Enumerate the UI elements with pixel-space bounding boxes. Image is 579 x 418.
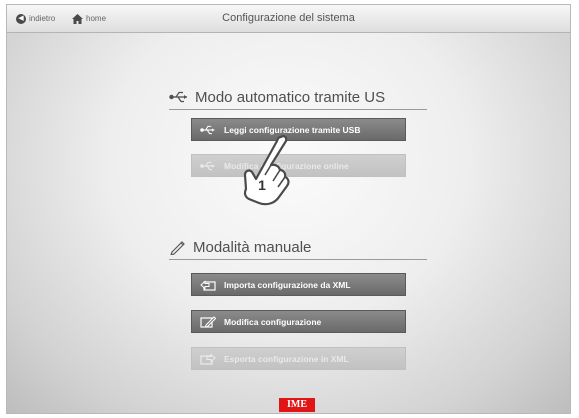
usb-icon bbox=[169, 91, 187, 103]
import-config-xml-label: Importa configurazione da XML bbox=[224, 279, 351, 290]
import-icon bbox=[200, 279, 216, 291]
app-window: ◀ indietro home Configurazione del siste… bbox=[6, 4, 571, 414]
manual-section: Modalità manuale bbox=[169, 237, 427, 260]
edit-config-button[interactable]: Modifica configurazione bbox=[191, 310, 406, 333]
manual-section-divider bbox=[169, 259, 427, 260]
read-config-usb-button[interactable]: Leggi configurazione tramite USB bbox=[191, 118, 406, 141]
auto-section-header: Modo automatico tramite US bbox=[169, 87, 427, 107]
ime-logo: IME bbox=[279, 398, 315, 412]
export-config-xml-button[interactable]: Esporta configurazione in XML bbox=[191, 347, 406, 370]
edit-config-online-button[interactable]: Modifica configurazione online bbox=[191, 154, 406, 177]
auto-section-divider bbox=[169, 109, 427, 110]
read-config-usb-label: Leggi configurazione tramite USB bbox=[224, 124, 361, 135]
top-bar: ◀ indietro home Configurazione del siste… bbox=[7, 5, 570, 33]
callout-step-number: 1 bbox=[258, 177, 266, 193]
page-title: Configurazione del sistema bbox=[222, 12, 355, 24]
edit-icon bbox=[200, 315, 216, 328]
edit-config-online-label: Modifica configurazione online bbox=[224, 160, 349, 171]
auto-section: Modo automatico tramite US bbox=[169, 87, 427, 110]
export-icon bbox=[200, 352, 216, 365]
import-config-xml-button[interactable]: Importa configurazione da XML bbox=[191, 273, 406, 296]
usb-icon bbox=[200, 161, 215, 170]
auto-section-title: Modo automatico tramite US bbox=[195, 88, 386, 106]
edit-config-label: Modifica configurazione bbox=[224, 316, 322, 327]
manual-section-header: Modalità manuale bbox=[169, 237, 427, 257]
manual-section-title: Modalità manuale bbox=[193, 238, 312, 256]
export-config-xml-label: Esporta configurazione in XML bbox=[224, 353, 349, 364]
pencil-icon bbox=[170, 241, 185, 255]
usb-icon bbox=[200, 125, 215, 134]
